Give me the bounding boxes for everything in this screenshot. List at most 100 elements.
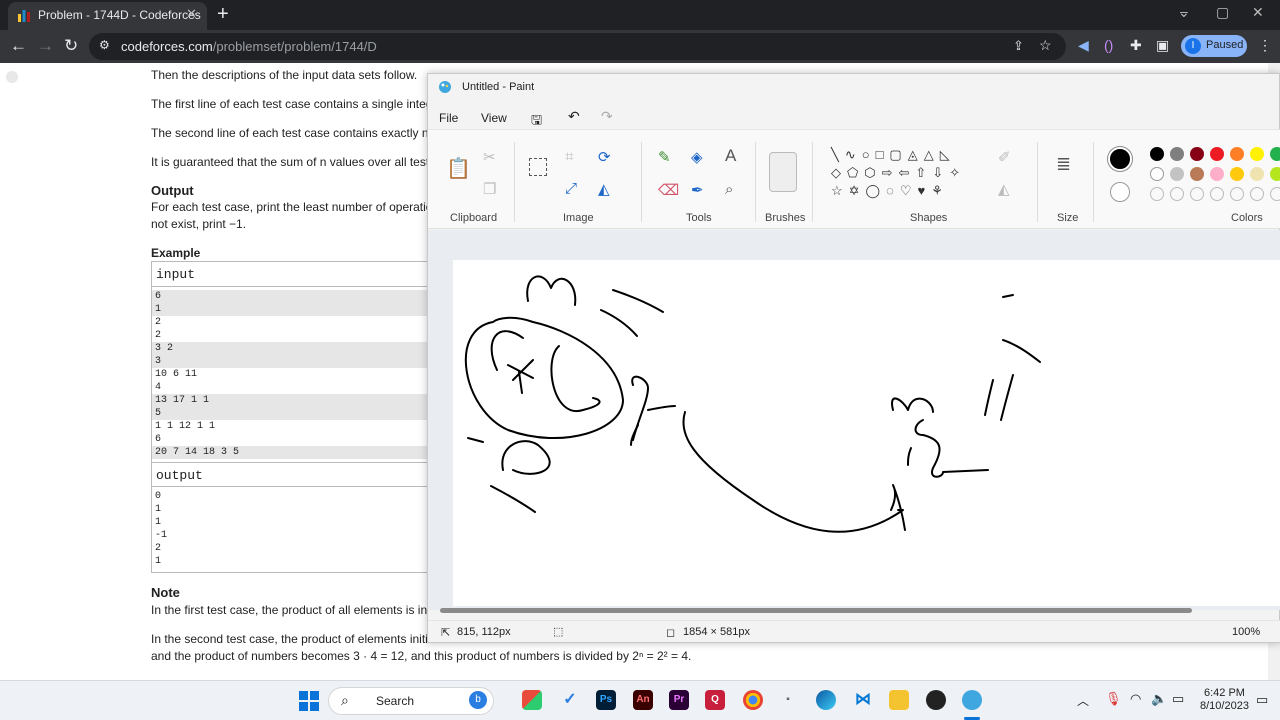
avatar: I (1185, 38, 1201, 54)
select-icon[interactable] (529, 158, 547, 176)
eraser-icon[interactable]: ⌫ (658, 181, 679, 199)
color-swatch[interactable] (1250, 167, 1264, 181)
rotate-icon[interactable]: ⟳ (598, 148, 611, 166)
menu-view[interactable]: View (481, 111, 507, 125)
shape-fill-icon[interactable]: ◭ (998, 180, 1010, 198)
color-swatch[interactable] (1170, 147, 1184, 161)
color-swatch[interactable] (1270, 147, 1280, 161)
pencil-icon[interactable]: ✎ (658, 148, 671, 166)
clock-time: 6:42 PM (1203, 687, 1245, 699)
site-info-icon[interactable]: ⚙ (99, 38, 110, 52)
browser-tab[interactable]: Problem - 1744D - Codeforces ✕ (8, 2, 207, 30)
color-swatch[interactable] (1250, 147, 1264, 161)
color-swatch[interactable] (1230, 167, 1244, 181)
drawing-canvas[interactable] (453, 260, 1280, 606)
color-palette[interactable] (1150, 147, 1280, 207)
back-icon[interactable]: ← (10, 36, 27, 56)
redo-icon[interactable]: ↷ (601, 108, 613, 125)
outline-icon[interactable]: ✐ (998, 148, 1011, 166)
paste-icon[interactable]: 📋 (446, 156, 471, 181)
taskbar-dot-icon[interactable]: ▪ (778, 690, 798, 710)
paint-taskbar-icon[interactable] (962, 690, 982, 710)
file-explorer-icon[interactable] (889, 690, 909, 710)
input-line: 13 17 1 1 (152, 394, 440, 407)
new-tab-icon[interactable]: + (217, 3, 229, 26)
zoom-level[interactable]: 100% (1232, 626, 1260, 638)
edge-icon[interactable] (816, 690, 836, 710)
magnifier-icon[interactable]: ⌕ (725, 181, 733, 198)
color-swatch[interactable] (1150, 167, 1164, 181)
bing-icon[interactable]: b (469, 691, 487, 709)
share-icon[interactable]: ⇪ (1013, 38, 1024, 54)
color-swatch[interactable] (1270, 167, 1280, 181)
chevron-up-icon[interactable]: ︿ (1077, 692, 1089, 709)
bookmark-star-icon[interactable]: ☆ (1039, 37, 1052, 54)
extension-brackets-icon[interactable]: () (1104, 37, 1113, 53)
color-swatch[interactable] (1190, 147, 1204, 161)
color-picker-icon[interactable]: ✒ (691, 181, 704, 199)
clock[interactable]: 6:42 PM 8/10/2023 (1200, 687, 1249, 713)
battery-icon[interactable]: ▭ (1172, 691, 1184, 707)
more-menu-icon[interactable]: ⋮ (1258, 37, 1272, 54)
size-icon[interactable]: ≣ (1056, 154, 1071, 175)
extension-arrow-icon[interactable]: ◀ (1078, 37, 1089, 54)
brush-icon[interactable] (769, 152, 797, 192)
empty-color-slot[interactable] (1250, 187, 1264, 201)
secondary-color[interactable] (1110, 182, 1130, 202)
side-panel-icon[interactable]: ▣ (1156, 37, 1169, 54)
empty-color-slot[interactable] (1170, 187, 1184, 201)
notification-icon[interactable]: ▭ (1256, 692, 1268, 708)
address-bar[interactable]: ⚙ codeforces.com/problemset/problem/1744… (89, 33, 1066, 60)
color-swatch[interactable] (1150, 147, 1164, 161)
todo-check-icon[interactable]: ✓ (560, 690, 580, 710)
maximize-icon[interactable]: ▢ (1216, 4, 1229, 21)
menu-file[interactable]: File (439, 111, 458, 125)
close-tab-icon[interactable]: ✕ (186, 6, 197, 22)
output-line: 1 (155, 556, 162, 567)
premiere-icon[interactable]: Pr (669, 690, 689, 710)
problem-paragraph: The second line of each test case contai… (151, 126, 429, 140)
undo-icon[interactable]: ↶ (568, 108, 580, 125)
cut-icon[interactable]: ✂ (483, 148, 496, 166)
empty-color-slot[interactable] (1210, 187, 1224, 201)
animate-icon[interactable]: An (633, 690, 653, 710)
flip-icon[interactable]: ◭ (598, 180, 610, 198)
primary-color[interactable] (1108, 147, 1132, 171)
volume-icon[interactable]: 🔈 (1151, 691, 1167, 707)
vscode-icon[interactable]: ⋈ (853, 690, 873, 710)
chrome-icon[interactable] (743, 690, 763, 710)
browser-tab-strip: Problem - 1744D - Codeforces ✕ + ⌄ – ▢ ✕ (0, 0, 1280, 30)
color-swatch[interactable] (1210, 167, 1224, 181)
reload-icon[interactable]: ↻ (64, 36, 78, 56)
crop-icon[interactable]: ⌗ (565, 148, 573, 165)
color-swatch[interactable] (1210, 147, 1224, 161)
wifi-icon[interactable]: ◠ (1130, 691, 1141, 707)
minimize-icon[interactable]: – (1180, 3, 1188, 19)
photoshop-icon[interactable]: Ps (596, 690, 616, 710)
empty-color-slot[interactable] (1270, 187, 1280, 201)
start-icon[interactable] (299, 691, 319, 711)
profile-button[interactable]: I Paused (1181, 35, 1247, 57)
microphone-icon[interactable]: 🎙 (1105, 691, 1122, 707)
text-icon[interactable]: A (725, 146, 736, 166)
widgets-app-icon[interactable] (522, 690, 542, 710)
empty-color-slot[interactable] (1150, 187, 1164, 201)
color-swatch[interactable] (1230, 147, 1244, 161)
extensions-puzzle-icon[interactable]: ✚ (1130, 37, 1142, 54)
close-window-icon[interactable]: ✕ (1252, 4, 1264, 21)
forward-icon[interactable]: → (37, 36, 54, 56)
cursor-icon: ⇱ (441, 627, 451, 639)
shapes-gallery[interactable]: ╲∿○□▢◬△◺ ◇⬠⬡⇨⇦⇧⇩✧ ☆✡◯◌♡♥⚘ (831, 146, 979, 200)
color-swatch[interactable] (1170, 167, 1184, 181)
empty-color-slot[interactable] (1230, 187, 1244, 201)
app-red-icon[interactable]: Q (705, 690, 725, 710)
github-desktop-icon[interactable] (926, 690, 946, 710)
doodle-stroke (984, 374, 1014, 421)
resize-icon[interactable]: ⤢ (565, 180, 577, 197)
canvas-scrollbar[interactable] (440, 608, 1192, 613)
taskbar-search[interactable]: ⌕ Search b (328, 687, 494, 715)
empty-color-slot[interactable] (1190, 187, 1204, 201)
copy-icon[interactable]: ❐ (483, 180, 496, 198)
fill-icon[interactable]: ◈ (691, 148, 703, 166)
color-swatch[interactable] (1190, 167, 1204, 181)
